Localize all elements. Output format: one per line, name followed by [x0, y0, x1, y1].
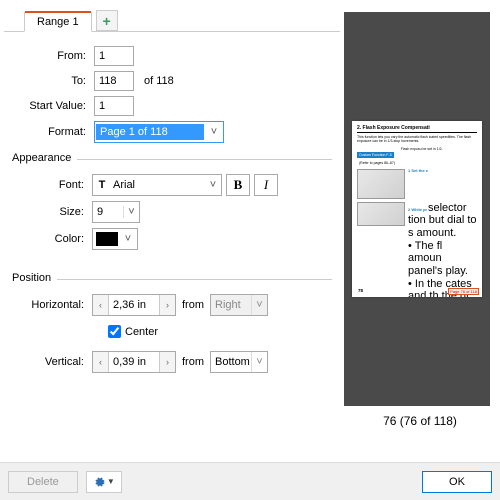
from-text: from	[176, 299, 210, 311]
from-input[interactable]	[94, 46, 134, 66]
vertical-label: Vertical:	[20, 356, 92, 368]
chevron-down-icon: ˅	[121, 233, 135, 245]
horizontal-side-value: Right	[211, 295, 251, 315]
of-total-label: of 118	[134, 75, 174, 87]
italic-button[interactable]: I	[254, 174, 278, 196]
size-label: Size:	[20, 206, 92, 218]
font-select[interactable]: T Arial ˅	[92, 174, 222, 196]
horizontal-side-select: Right ˅	[210, 294, 268, 316]
size-value: 9	[93, 206, 123, 218]
format-select[interactable]: Page 1 of 118 ˅	[94, 121, 224, 143]
delete-button: Delete	[8, 471, 78, 493]
spinner-decrement[interactable]: ‹	[93, 295, 109, 315]
chevron-down-icon: ˅	[251, 295, 267, 315]
preview-page: 2. Flash Exposure Compensati This functi…	[352, 121, 482, 297]
position-fieldset: Position Horizontal: ‹ 2,36 in › from Ri…	[12, 279, 332, 380]
vertical-spinner[interactable]: ‹ 0,39 in ›	[92, 351, 176, 373]
tab-bar: Range 1 +	[4, 8, 340, 32]
horizontal-value: 2,36 in	[109, 295, 159, 315]
add-tab-button[interactable]: +	[96, 10, 118, 31]
color-label: Color:	[20, 233, 92, 245]
to-label: To:	[12, 75, 94, 87]
preview-stamp: Page 76 of 118	[448, 288, 479, 295]
to-input[interactable]	[94, 71, 134, 91]
from-text: from	[176, 356, 210, 368]
bottom-bar: Delete ▼ OK	[0, 462, 500, 500]
spinner-increment[interactable]: ›	[159, 352, 175, 372]
preview-ftxt: Flash exposu be set in 1/2-	[401, 147, 443, 151]
spinner-increment[interactable]: ›	[159, 295, 175, 315]
start-value-label: Start Value:	[12, 100, 94, 112]
settings-button[interactable]: ▼	[86, 471, 122, 493]
center-label: Center	[125, 326, 158, 338]
preview-counter: 76 (76 of 118)	[344, 414, 496, 428]
preview-area: 2. Flash Exposure Compensati This functi…	[344, 12, 490, 406]
preview-step1: 1 Set the e	[408, 168, 428, 173]
size-select[interactable]: 9 ˅	[92, 201, 140, 223]
center-checkbox[interactable]	[108, 325, 121, 338]
vertical-side-value: Bottom	[211, 352, 251, 372]
vertical-side-select[interactable]: Bottom ˅	[210, 351, 268, 373]
tab-range-1[interactable]: Range 1	[24, 12, 92, 32]
preview-desc: This function lets you vary the automati…	[357, 135, 477, 143]
spinner-decrement[interactable]: ‹	[93, 352, 109, 372]
horizontal-label: Horizontal:	[20, 299, 92, 311]
chevron-down-icon: ▼	[107, 477, 115, 486]
chevron-down-icon: ˅	[251, 352, 267, 372]
start-value-input[interactable]	[94, 96, 134, 116]
preview-figure	[357, 202, 405, 226]
vertical-value: 0,39 in	[109, 352, 159, 372]
from-label: From:	[12, 50, 94, 62]
preview-band: Custom Function F-5	[357, 152, 394, 158]
preview-ref: (Refer to pages 86–87)	[359, 161, 395, 165]
ok-button[interactable]: OK	[422, 471, 492, 493]
chevron-down-icon: ˅	[205, 179, 221, 191]
gear-icon	[93, 476, 105, 488]
color-select[interactable]: ˅	[92, 228, 138, 250]
preview-step2: 2 While pr selector tion but dial to s a…	[408, 202, 477, 297]
font-value: Arial	[111, 179, 205, 191]
preview-figure	[357, 169, 405, 199]
format-value: Page 1 of 118	[96, 124, 204, 140]
bold-button[interactable]: B	[226, 174, 250, 196]
preview-page-num: 78	[358, 288, 363, 294]
preview-title: 2. Flash Exposure Compensati	[357, 125, 477, 133]
horizontal-spinner[interactable]: ‹ 2,36 in ›	[92, 294, 176, 316]
chevron-down-icon: ˅	[205, 126, 223, 138]
appearance-fieldset: Appearance Font: T Arial ˅ B I Size: 9 ˅…	[12, 159, 332, 257]
chevron-down-icon: ˅	[123, 206, 139, 218]
appearance-legend: Appearance	[12, 152, 77, 164]
font-icon: T	[93, 179, 111, 191]
color-swatch	[96, 232, 118, 246]
font-label: Font:	[20, 179, 92, 191]
position-legend: Position	[12, 272, 57, 284]
format-label: Format:	[12, 126, 94, 138]
